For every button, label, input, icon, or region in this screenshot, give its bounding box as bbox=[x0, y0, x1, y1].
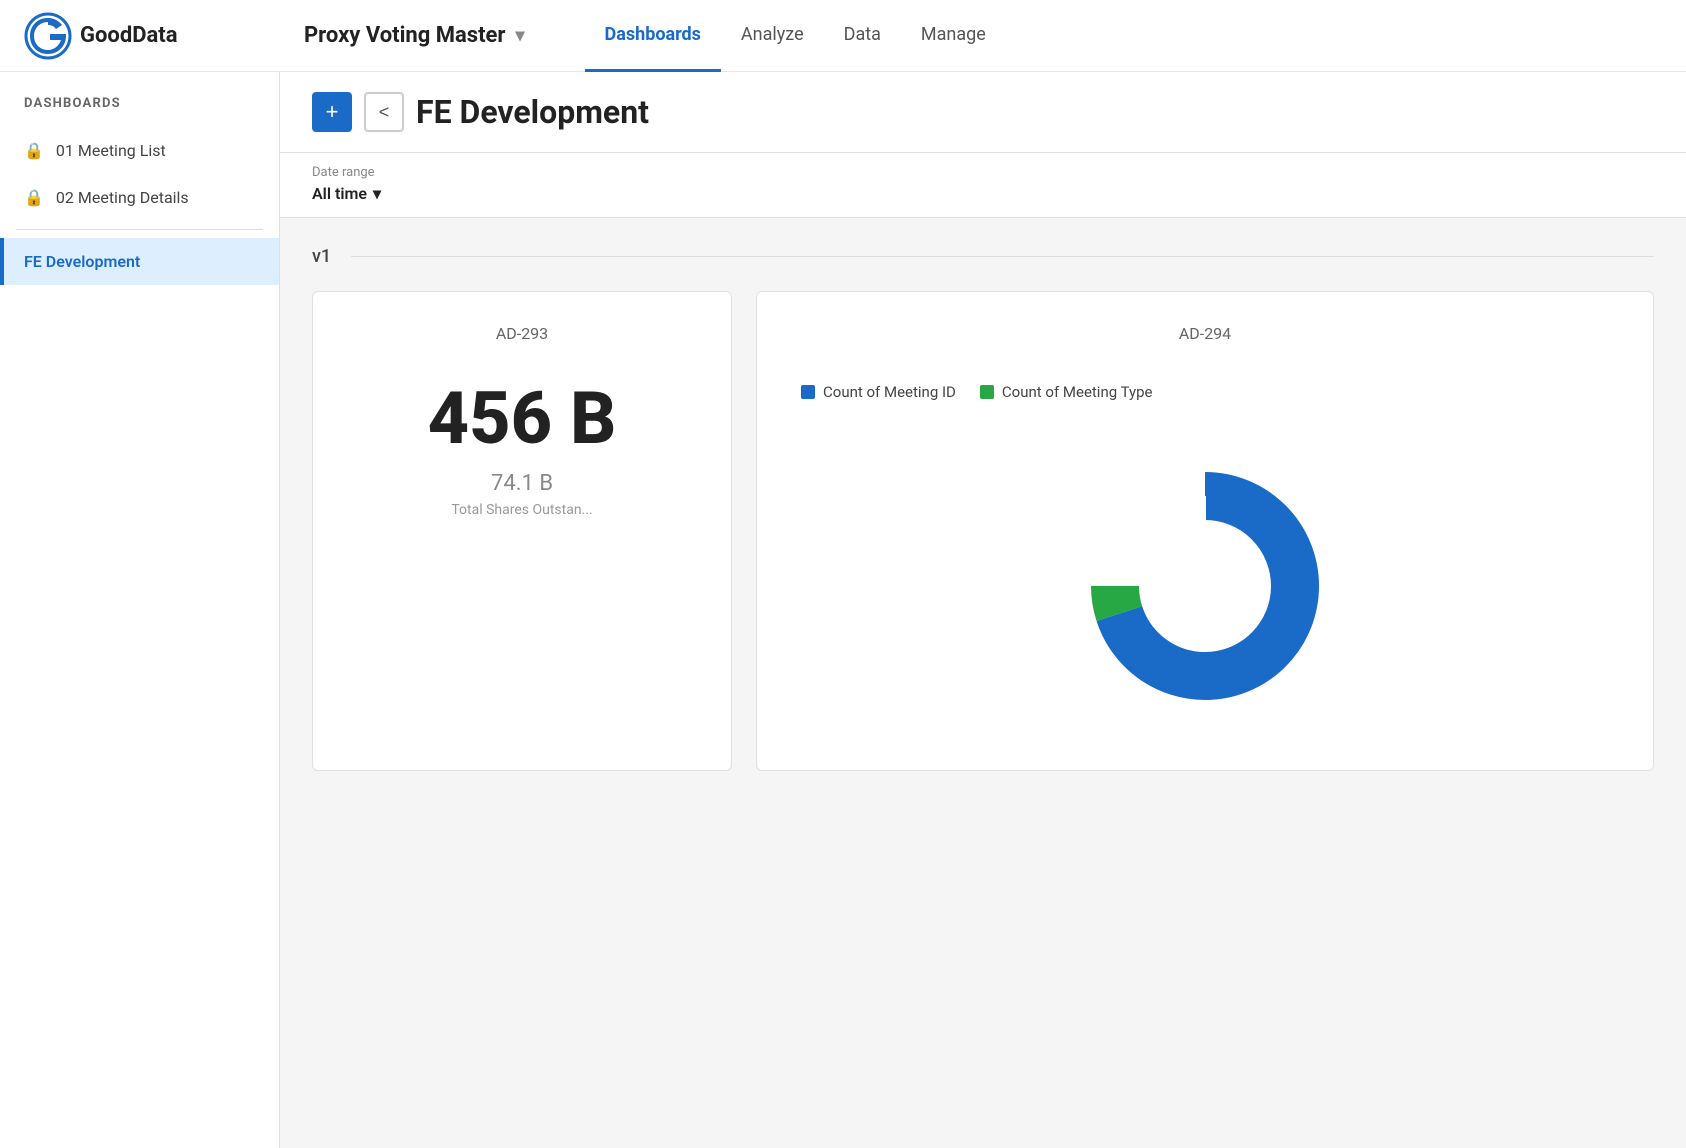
logo-area: GoodData bbox=[24, 12, 304, 60]
legend-row: Count of Meeting ID Count of Meeting Typ… bbox=[785, 383, 1625, 401]
filter-label: Date range bbox=[312, 165, 1654, 180]
sidebar-divider bbox=[16, 229, 263, 230]
filter-dropdown-icon: ▾ bbox=[373, 184, 381, 203]
legend-item-meeting-id: Count of Meeting ID bbox=[801, 383, 956, 401]
sidebar-item-meeting-list[interactable]: 🔒 01 Meeting List bbox=[0, 127, 279, 174]
section-divider bbox=[351, 256, 1654, 257]
widget-donut: AD-294 Count of Meeting ID Count of Meet… bbox=[756, 291, 1654, 771]
logo-text: GoodData bbox=[80, 23, 178, 48]
widget-kpi: AD-293 456 B 74.1 B Total Shares Outstan… bbox=[312, 291, 732, 771]
dashboard-title: FE Development bbox=[416, 93, 649, 131]
widget2-ad-label: AD-294 bbox=[1179, 324, 1231, 343]
lock-icon-1: 🔒 bbox=[24, 141, 44, 160]
legend-dot-green bbox=[980, 385, 994, 399]
legend-item-meeting-type: Count of Meeting Type bbox=[980, 383, 1153, 401]
donut-container bbox=[785, 433, 1625, 738]
sidebar-item-label-3: FE Development bbox=[24, 252, 140, 271]
nav-data[interactable]: Data bbox=[824, 0, 901, 72]
project-dropdown-icon: ▾ bbox=[515, 25, 524, 46]
content-area: + < FE Development Date range All time ▾… bbox=[280, 72, 1686, 1148]
sidebar-item-label-2: 02 Meeting Details bbox=[56, 188, 189, 207]
widget1-big-number: 456 B bbox=[428, 383, 617, 455]
filter-value-selector[interactable]: All time ▾ bbox=[312, 184, 1654, 203]
dashboard-section: v1 AD-293 456 B 74.1 B Total Shares Outs… bbox=[280, 218, 1686, 799]
add-dashboard-button[interactable]: + bbox=[312, 92, 352, 132]
widgets-row: AD-293 456 B 74.1 B Total Shares Outstan… bbox=[312, 291, 1654, 771]
legend-dot-blue bbox=[801, 385, 815, 399]
widget1-ad-label: AD-293 bbox=[496, 324, 548, 343]
nav-dashboards[interactable]: Dashboards bbox=[585, 0, 721, 72]
donut-chart bbox=[1075, 456, 1335, 716]
lock-icon-2: 🔒 bbox=[24, 188, 44, 207]
section-label: v1 bbox=[312, 246, 331, 267]
main-layout: DASHBOARDS 🔒 01 Meeting List 🔒 02 Meetin… bbox=[0, 72, 1686, 1148]
dashboard-header: + < FE Development bbox=[280, 72, 1686, 153]
widget1-sub-label: Total Shares Outstan... bbox=[451, 502, 592, 518]
nav-manage[interactable]: Manage bbox=[901, 0, 1006, 72]
sidebar: DASHBOARDS 🔒 01 Meeting List 🔒 02 Meetin… bbox=[0, 72, 280, 1148]
top-nav: GoodData Proxy Voting Master ▾ Dashboard… bbox=[0, 0, 1686, 72]
filter-value-text: All time bbox=[312, 184, 367, 203]
gooddata-logo-icon bbox=[24, 12, 72, 60]
filter-bar: Date range All time ▾ bbox=[280, 153, 1686, 218]
sidebar-item-fe-development[interactable]: FE Development bbox=[0, 238, 279, 285]
sidebar-item-meeting-details[interactable]: 🔒 02 Meeting Details bbox=[0, 174, 279, 221]
section-header: v1 bbox=[312, 246, 1654, 267]
nav-analyze[interactable]: Analyze bbox=[721, 0, 824, 72]
project-name: Proxy Voting Master bbox=[304, 23, 505, 48]
legend-label-meeting-type: Count of Meeting Type bbox=[1002, 383, 1153, 401]
back-button[interactable]: < bbox=[364, 92, 404, 132]
legend-label-meeting-id: Count of Meeting ID bbox=[823, 383, 956, 401]
top-nav-links: Dashboards Analyze Data Manage bbox=[585, 0, 1662, 72]
widget1-sub-number: 74.1 B bbox=[491, 471, 553, 496]
sidebar-header: DASHBOARDS bbox=[0, 88, 279, 127]
project-selector[interactable]: Proxy Voting Master ▾ bbox=[304, 23, 525, 48]
sidebar-item-label-1: 01 Meeting List bbox=[56, 141, 166, 160]
